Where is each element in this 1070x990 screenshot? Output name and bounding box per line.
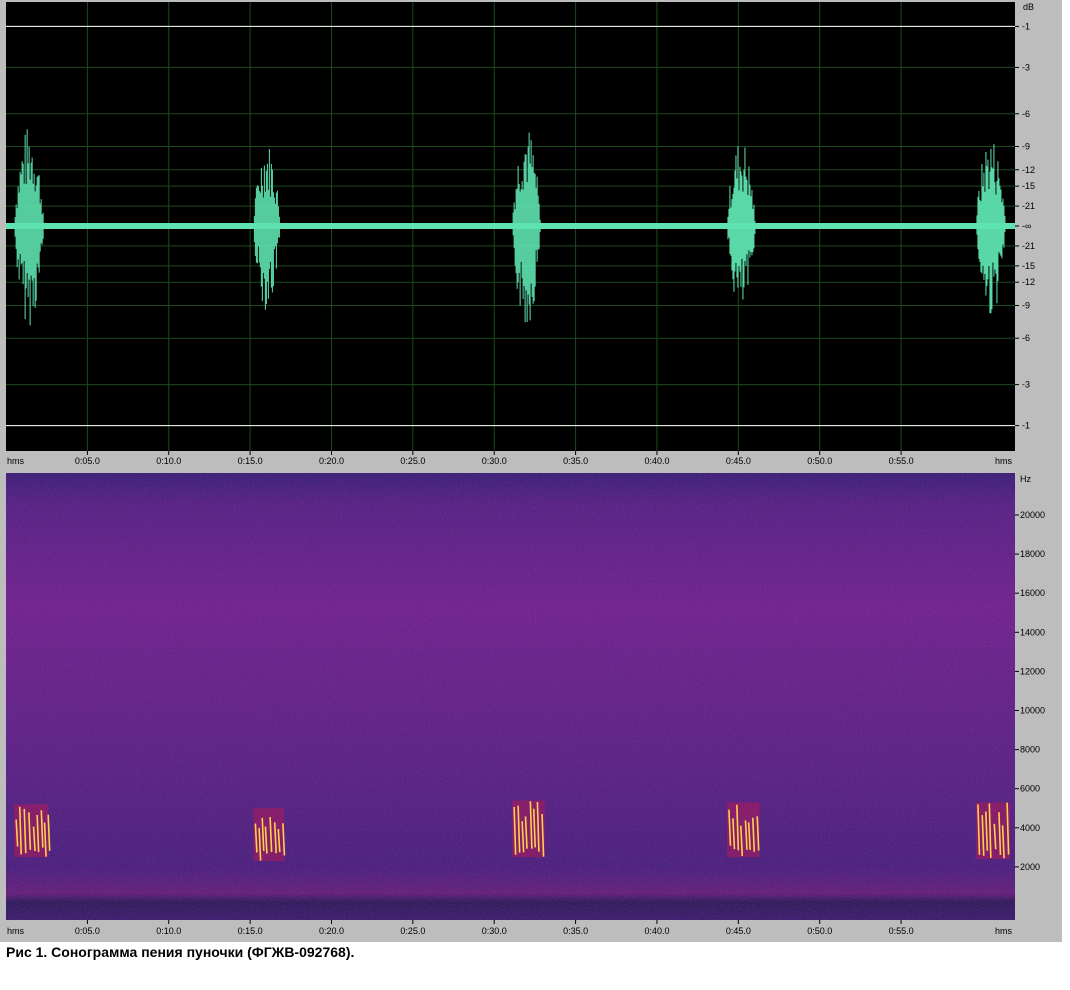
spectrogram-xaxis-unit-left: hms bbox=[7, 926, 25, 936]
spectrogram-xtick-label: 0:20.0 bbox=[319, 926, 344, 936]
spectrogram-ytick-label: 16000 bbox=[1020, 588, 1045, 598]
waveform-xtick-label: 0:05.0 bbox=[75, 456, 100, 466]
spectrogram-xtick-label: 0:10.0 bbox=[156, 926, 181, 936]
spectrogram-energy-glow bbox=[975, 802, 1011, 860]
waveform-ytick-label: -12 bbox=[1022, 165, 1035, 175]
sonogram-figure: dB -1 -3 -6 -9 -12 -15 -21 -∞ -21 -15 -12 -9 -6 -3 -1 h… bbox=[0, 0, 1070, 990]
waveform-ytick-label: -21 bbox=[1022, 241, 1035, 251]
waveform-xaxis-unit-left: hms bbox=[7, 456, 25, 466]
spectrogram-ytick-label: 8000 bbox=[1020, 745, 1040, 755]
spectrogram-xtick-label: 0:30.0 bbox=[482, 926, 507, 936]
spectrogram-syllable bbox=[975, 802, 1011, 860]
spectrogram-ytick-label: 14000 bbox=[1020, 627, 1045, 637]
waveform-xtick-label: 0:15.0 bbox=[238, 456, 263, 466]
spectrogram-syllable bbox=[253, 808, 286, 862]
spectrogram-yaxis-unit: Hz bbox=[1020, 474, 1031, 484]
waveform-xtick-label: 0:55.0 bbox=[889, 456, 914, 466]
figure-caption: Рис 1. Сонограмма пения пуночки (ФГЖВ-09… bbox=[6, 944, 355, 960]
waveform-xtick-label: 0:10.0 bbox=[156, 456, 181, 466]
waveform-ytick-label: -9 bbox=[1022, 141, 1030, 151]
spectrogram-noise-texture bbox=[6, 473, 1015, 920]
waveform-ytick-label: -15 bbox=[1022, 181, 1035, 191]
waveform-ytick-label: -3 bbox=[1022, 380, 1030, 390]
waveform-ytick-label: -1 bbox=[1022, 421, 1030, 431]
spectrogram-ytick-label: 18000 bbox=[1020, 549, 1045, 559]
waveform-chart: dB -1 -3 -6 -9 -12 -15 -21 -∞ -21 -15 -12 -9 -6 -3 -1 h… bbox=[6, 0, 1062, 470]
spectrogram-chart: Hz 2000 4000 6000 8000 10000 12000 14000 16000 18… bbox=[6, 470, 1062, 942]
waveform-baseline bbox=[6, 223, 1015, 229]
waveform-ytick-label: -1 bbox=[1022, 21, 1030, 31]
waveform-ytick-label: -12 bbox=[1022, 277, 1035, 287]
spectrogram-xtick-label: 0:35.0 bbox=[563, 926, 588, 936]
spectrogram-ytick-label: 2000 bbox=[1020, 862, 1040, 872]
waveform-xtick-label: 0:45.0 bbox=[726, 456, 751, 466]
spectrogram-xtick-label: 0:25.0 bbox=[400, 926, 425, 936]
waveform-yaxis-unit: dB bbox=[1023, 2, 1034, 12]
waveform-xtick-label: 0:30.0 bbox=[482, 456, 507, 466]
waveform-ytick-label: -6 bbox=[1022, 333, 1030, 343]
waveform-ytick-label: -3 bbox=[1022, 62, 1030, 72]
spectrogram-xtick-label: 0:40.0 bbox=[644, 926, 669, 936]
spectrogram-ytick-label: 12000 bbox=[1020, 666, 1045, 676]
spectrogram-ytick-label: 6000 bbox=[1020, 784, 1040, 794]
spectrogram-xtick-label: 0:55.0 bbox=[889, 926, 914, 936]
spectrogram-syllable bbox=[726, 802, 760, 858]
waveform-ytick-label: -6 bbox=[1022, 109, 1030, 119]
spectrogram-xtick-label: 0:05.0 bbox=[75, 926, 100, 936]
spectrogram-energy-glow bbox=[512, 800, 545, 858]
waveform-xtick-label: 0:20.0 bbox=[319, 456, 344, 466]
spectrogram-xtick-label: 0:50.0 bbox=[807, 926, 832, 936]
spectrogram-ytick-label: 4000 bbox=[1020, 823, 1040, 833]
spectrogram-ytick-label: 20000 bbox=[1020, 510, 1045, 520]
spectrogram-energy-glow bbox=[253, 808, 285, 862]
waveform-xaxis-unit-right: hms bbox=[995, 456, 1013, 466]
waveform-ytick-label: -9 bbox=[1022, 301, 1030, 311]
waveform-ytick-label: -∞ bbox=[1022, 221, 1031, 231]
spectrogram-xtick-label: 0:45.0 bbox=[726, 926, 751, 936]
waveform-xtick-label: 0:50.0 bbox=[807, 456, 832, 466]
spectrogram-syllable bbox=[512, 800, 545, 858]
spectrogram-xaxis-unit-right: hms bbox=[995, 926, 1013, 936]
waveform-xtick-label: 0:35.0 bbox=[563, 456, 588, 466]
spectrogram-ytick-label: 10000 bbox=[1020, 706, 1045, 716]
spectrogram-syllable bbox=[14, 804, 51, 858]
waveform-ytick-label: -15 bbox=[1022, 261, 1035, 271]
waveform-ytick-label: -21 bbox=[1022, 201, 1035, 211]
waveform-xtick-label: 0:40.0 bbox=[644, 456, 669, 466]
waveform-xtick-label: 0:25.0 bbox=[400, 456, 425, 466]
spectrogram-xtick-label: 0:15.0 bbox=[238, 926, 263, 936]
